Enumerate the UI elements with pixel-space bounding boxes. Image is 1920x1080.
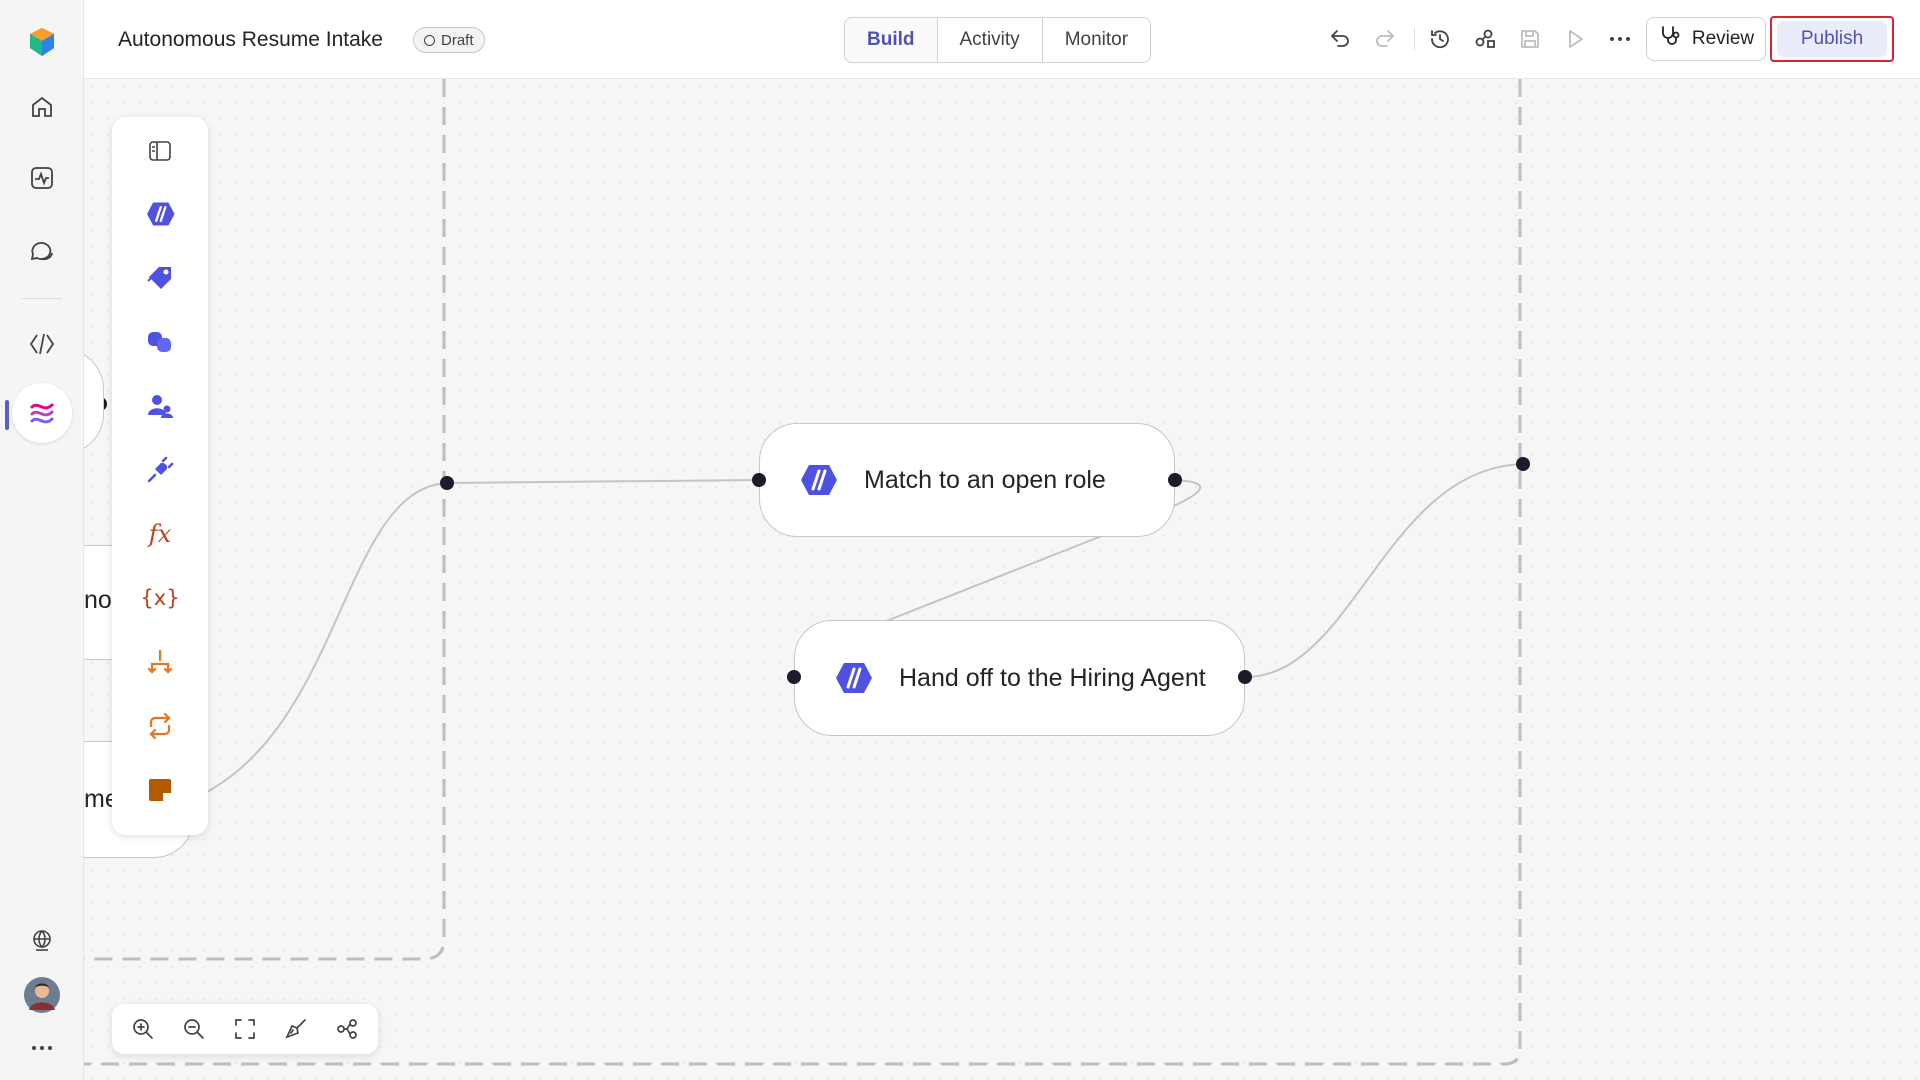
outer-group-border: [84, 79, 1522, 1066]
review-button[interactable]: Review: [1646, 17, 1766, 61]
save-icon[interactable]: [1513, 22, 1547, 56]
node-input-handle[interactable]: [787, 670, 801, 684]
activity-icon[interactable]: [20, 156, 64, 200]
variable-icon[interactable]: {x}: [138, 576, 182, 620]
tab-build[interactable]: Build: [845, 18, 938, 62]
zoom-in-icon[interactable]: [125, 1011, 161, 1047]
connector-line: [1244, 463, 1524, 678]
zoom-out-icon[interactable]: [176, 1011, 212, 1047]
agent-icon: [798, 460, 838, 500]
note-icon[interactable]: [138, 768, 182, 812]
tab-activity[interactable]: Activity: [938, 18, 1043, 62]
connector-handle: [1516, 457, 1530, 471]
home-icon[interactable]: [20, 85, 64, 129]
left-rail: [0, 0, 84, 1080]
flow-node-hand-off[interactable]: Hand off to the Hiring Agent: [794, 620, 1245, 736]
node-output-handle[interactable]: [1168, 473, 1182, 487]
layout-icon[interactable]: [329, 1011, 365, 1047]
clean-up-icon[interactable]: [278, 1011, 314, 1047]
undo-icon[interactable]: [1323, 22, 1357, 56]
flow-node-match-role[interactable]: Match to an open role: [759, 423, 1175, 537]
flow-canvas[interactable]: no me Match to an open role Hand off to …: [84, 79, 1920, 1080]
connector-icon[interactable]: [138, 448, 182, 492]
branch-icon[interactable]: [138, 640, 182, 684]
node-label: Hand off to the Hiring Agent: [899, 663, 1206, 692]
publish-button[interactable]: Publish: [1770, 16, 1894, 62]
flows-icon[interactable]: [20, 391, 64, 435]
more-options-icon[interactable]: [1603, 22, 1637, 56]
more-icon[interactable]: [20, 1026, 64, 1070]
run-icon[interactable]: [1558, 22, 1592, 56]
node-palette: fx {x}: [112, 117, 208, 835]
status-badge: Draft: [413, 27, 485, 53]
loop-icon[interactable]: [138, 704, 182, 748]
connector-layer: [84, 79, 1530, 1066]
status-badge-label: Draft: [441, 31, 474, 49]
fit-view-icon[interactable]: [227, 1011, 263, 1047]
redo-icon[interactable]: [1368, 22, 1402, 56]
toolbar-divider: [1414, 28, 1415, 50]
partial-node-label: no: [84, 586, 112, 614]
node-input-handle[interactable]: [752, 473, 766, 487]
user-avatar[interactable]: [20, 973, 64, 1017]
tag-icon[interactable]: [138, 256, 182, 300]
connector-handle: [440, 476, 454, 490]
agent-icon[interactable]: [138, 192, 182, 236]
node-output-handle[interactable]: [1238, 670, 1252, 684]
connector-line: [446, 479, 760, 484]
review-button-label: Review: [1691, 28, 1755, 49]
chat-icon[interactable]: [20, 228, 64, 272]
copilot-icon[interactable]: [138, 320, 182, 364]
connections-icon[interactable]: [1468, 22, 1502, 56]
stethoscope-icon: [1658, 24, 1682, 54]
draft-circle-icon: [424, 34, 435, 46]
node-label: Match to an open role: [864, 465, 1106, 494]
panel-toggle-icon[interactable]: [138, 129, 182, 173]
connector-line: [204, 482, 448, 794]
tab-monitor[interactable]: Monitor: [1043, 18, 1150, 62]
view-tabs: Build Activity Monitor: [844, 17, 1152, 63]
people-icon[interactable]: [138, 384, 182, 428]
publish-button-label: Publish: [1777, 21, 1887, 57]
canvas-controls: [112, 1004, 378, 1054]
fx-icon[interactable]: fx: [138, 512, 182, 556]
page-title: Autonomous Resume Intake: [118, 28, 383, 51]
header-bar: Autonomous Resume Intake Draft Build Act…: [84, 0, 1920, 79]
history-icon[interactable]: [1423, 22, 1457, 56]
app-logo-icon[interactable]: [20, 20, 64, 64]
globe-icon[interactable]: [20, 918, 64, 962]
rail-active-indicator: [5, 400, 9, 430]
rail-divider: [22, 298, 62, 299]
code-icon[interactable]: [20, 322, 64, 366]
agent-icon: [833, 658, 873, 698]
